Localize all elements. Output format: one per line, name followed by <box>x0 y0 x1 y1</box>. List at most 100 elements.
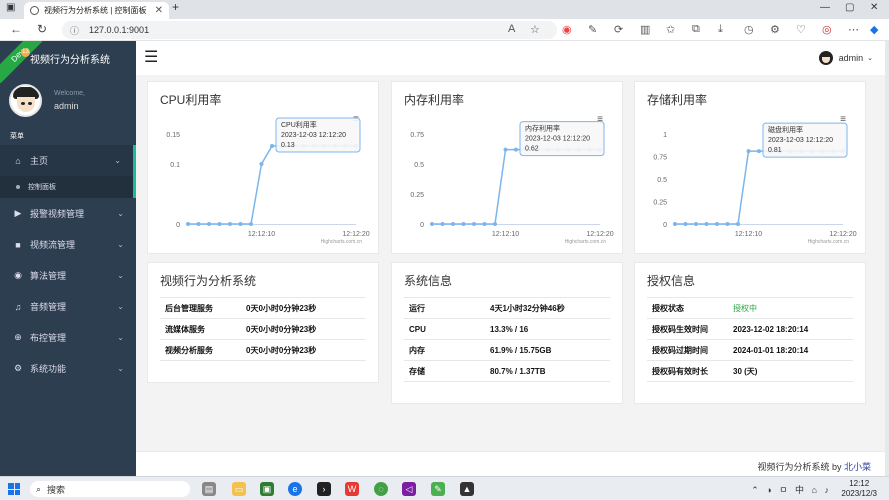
reload-icon[interactable]: ↻ <box>37 22 47 36</box>
row-value: 2023-12-02 18:20:14 <box>733 324 809 334</box>
eye-icon: ◉ <box>14 270 22 280</box>
visual-studio-icon[interactable]: ◁ <box>402 482 416 496</box>
chart-tooltip: 磁盘利用率 2023-12-03 12:12:20 0.81 <box>762 122 848 158</box>
page-scrollbar[interactable] <box>885 41 889 476</box>
edge-sidebar-icon[interactable]: ◆ <box>870 23 878 36</box>
ime-label[interactable]: 中 <box>795 485 804 495</box>
taskbar-search-text: 搜索 <box>47 484 66 495</box>
wechat-icon[interactable]: ◌ <box>374 482 388 496</box>
tooltip-time: 2023-12-03 12:12:20 <box>525 136 590 143</box>
pycharm-icon[interactable]: ▣ <box>260 482 274 496</box>
row-key: 视频分析服务 <box>165 345 213 355</box>
y-tick-label: 0.1 <box>170 162 180 169</box>
sidebar-item[interactable]: ◉ 算法管理 ⌄ <box>0 260 136 291</box>
start-button-icon[interactable] <box>8 483 20 495</box>
sidebar-subitem-dashboard[interactable]: 控制面板 <box>0 176 136 198</box>
tab-actions-icon[interactable]: ▣ <box>6 2 15 13</box>
read-aloud-icon[interactable]: A <box>508 23 515 35</box>
row-key: 存储 <box>409 366 425 376</box>
new-tab-icon[interactable]: + <box>172 0 179 14</box>
site-info-icon[interactable]: ⓘ <box>70 24 79 37</box>
url-field[interactable]: ⓘ 127.0.0.1:9001 <box>62 21 557 39</box>
top-navbar: ☰ admin ⌄ <box>136 41 889 75</box>
tray-app-icon[interactable]: ◑ <box>766 485 771 495</box>
data-point <box>217 222 222 226</box>
app2-icon[interactable]: ▲ <box>460 482 474 496</box>
music-icon: ♫ <box>14 301 22 312</box>
back-icon[interactable]: ← <box>10 22 22 36</box>
sidebar-item[interactable]: ⊕ 布控管理 ⌄ <box>0 322 136 353</box>
close-window-icon[interactable]: ✕ <box>870 2 878 13</box>
row-key: 流媒体服务 <box>165 324 205 334</box>
url-text: 127.0.0.1:9001 <box>89 25 150 35</box>
favorite-star-icon[interactable]: ☆ <box>530 23 540 36</box>
more-menu-icon[interactable]: ⋯ <box>848 23 859 36</box>
license-info-table: 授权状态 授权中 授权码生效时间 2023-12-02 18:20:14 授权码过期时间… <box>647 297 853 382</box>
taskbar-search[interactable]: ⌕ 搜索 <box>30 481 190 497</box>
row-value: 0天0小时0分钟23秒 <box>246 324 317 334</box>
tooltip-time: 2023-12-03 12:12:20 <box>768 137 833 144</box>
hamburger-menu-icon[interactable]: ☰ <box>144 50 158 66</box>
tab-close-icon[interactable]: ✕ <box>155 5 163 16</box>
footer-author-link[interactable]: 北小菜 <box>844 462 871 472</box>
extensions-icon[interactable]: ⚙ <box>770 23 780 36</box>
terminal-icon[interactable]: › <box>317 482 331 496</box>
sidebar-item[interactable]: ⌂ 主页 ⌄ <box>0 145 136 176</box>
profile-ext-icon[interactable]: ◎ <box>822 23 832 36</box>
ime-mode-icon[interactable]: ㅁ <box>779 485 787 495</box>
y-tick-label: 1 <box>663 132 667 139</box>
pen-icon[interactable]: ✎ <box>588 23 597 36</box>
app-icon[interactable]: ✎ <box>431 482 445 496</box>
copilot-ext-icon[interactable]: ♡ <box>796 23 806 36</box>
download-icon[interactable]: ⤓ <box>718 23 723 36</box>
minimize-icon[interactable]: — <box>820 2 830 13</box>
file-explorer-icon[interactable]: ▭ <box>232 482 246 496</box>
sidebar-item[interactable]: ■ 视频流管理 ⌄ <box>0 229 136 260</box>
wps-icon[interactable]: W <box>345 482 359 496</box>
volume-icon[interactable]: ♪ <box>825 485 830 495</box>
history-icon[interactable]: ◷ <box>744 23 754 36</box>
y-tick-label: 0 <box>663 222 667 229</box>
y-tick-label: 0 <box>420 222 424 229</box>
refresh-ext-icon[interactable]: ⟳ <box>614 23 623 36</box>
data-point <box>186 222 190 226</box>
system-tray[interactable]: ⌃ ◑ ㅁ 中 ⌂ ♪ <box>751 483 829 496</box>
sidebar-item-label: 布控管理 <box>30 333 67 343</box>
home-icon: ⌂ <box>15 155 21 166</box>
row-key: 内存 <box>409 345 425 355</box>
extension-icon[interactable]: ◉ <box>562 23 572 36</box>
data-point <box>228 222 232 226</box>
sidebar-item[interactable]: ⚙ 系统功能 ⌄ <box>0 353 136 384</box>
chevron-down-icon: ⌄ <box>114 156 121 165</box>
memory-card-title: 内存利用率 <box>404 93 465 107</box>
sidebar-item[interactable]: ▶ 报警视频管理 ⌄ <box>0 198 136 229</box>
browser-tab[interactable]: 视频行为分析系统 | 控制面板 ✕ <box>24 2 169 19</box>
sidebar-item[interactable]: ♫ 音频管理 ⌄ <box>0 291 136 322</box>
row-value: 2024-01-01 18:20:14 <box>733 345 809 355</box>
series-line <box>675 150 843 225</box>
table-row: 存储 80.7% / 1.37TB <box>404 361 610 382</box>
data-point <box>238 222 243 226</box>
split-screen-icon[interactable]: ▥ <box>640 23 650 36</box>
app-info-card: 视频行为分析系统 后台管理服务 0天0小时0分钟23秒 流媒体服务 0天0小时0分钟2… <box>147 262 379 383</box>
taskbar-clock[interactable]: 12:12 2023/12/3 <box>841 479 877 499</box>
x-tick-label: 12:12:10 <box>735 231 762 238</box>
user-avatar-icon <box>818 51 833 65</box>
table-row: 流媒体服务 0天0小时0分钟23秒 <box>160 319 366 340</box>
tray-up-icon[interactable]: ⌃ <box>751 485 759 495</box>
avatar <box>9 83 42 117</box>
edge-browser-icon[interactable]: e <box>288 482 302 496</box>
taskview-icon[interactable]: ▤ <box>202 482 216 496</box>
network-icon[interactable]: ⌂ <box>812 485 817 495</box>
search-icon: ⌕ <box>36 483 42 494</box>
system-info-card: 系统信息 运行 4天1小时32分钟46秒 CPU 13.3% / 16 内存 61.9% … <box>391 262 623 404</box>
table-row: 内存 61.9% / 15.75GB <box>404 340 610 361</box>
browser-tabbar: ▣ 视频行为分析系统 | 控制面板 ✕ + — ▢ ✕ <box>0 0 889 19</box>
user-dropdown[interactable]: admin ⌄ <box>818 51 873 65</box>
collections-icon[interactable]: ⧉ <box>692 23 700 36</box>
sidebar-item-label: 视频流管理 <box>30 240 76 250</box>
chevron-down-icon: ⌄ <box>117 364 124 373</box>
maximize-icon[interactable]: ▢ <box>845 2 854 13</box>
favorites-icon[interactable]: ✩ <box>666 23 675 36</box>
data-point <box>482 222 487 226</box>
